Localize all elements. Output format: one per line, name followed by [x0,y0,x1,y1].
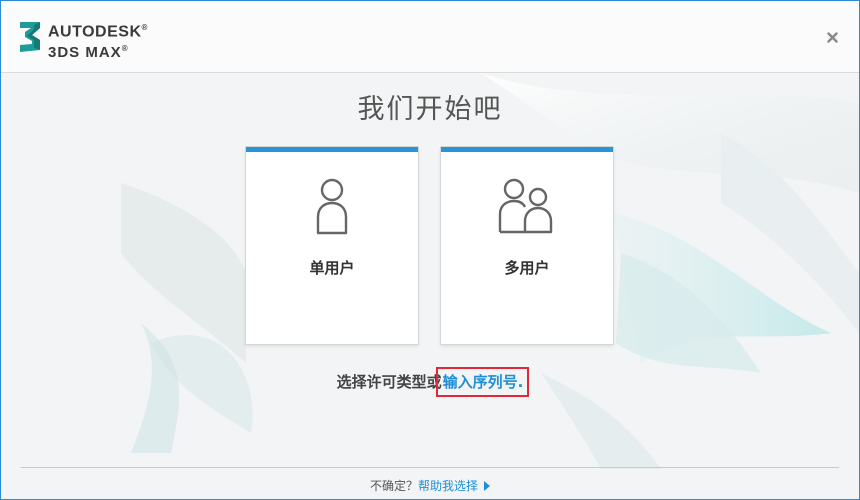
enter-serial-number-link[interactable]: 输入序列号. [435,367,530,397]
logo-line2: 3DS MAX [48,44,122,62]
serial-link-text: 输入序列号 [442,373,518,391]
license-dialog: AUTODESK® 3DS MAX® 我们开始吧 单用户 多用户 选择许可类型或… [0,0,860,500]
close-icon [826,31,838,43]
single-user-card[interactable]: 单用户 [246,147,418,344]
single-user-label: 单用户 [309,259,355,277]
close-button[interactable] [821,26,843,48]
multi-user-icon [498,178,553,234]
not-sure-text: 不确定？ [369,479,418,493]
card-accent-bar [441,147,613,152]
serial-link-period: . [517,373,524,391]
logo-line1: AUTODESK [48,23,142,41]
help-link-text: 帮助我选择 [418,479,479,493]
help-me-choose-link[interactable]: 帮助我选择 [418,479,491,493]
page-title: 我们开始吧 [357,94,503,125]
license-prompt-row: 选择许可类型或输入序列号. [1,367,859,397]
single-user-icon [316,178,348,235]
multi-user-label: 多用户 [504,259,550,277]
multi-user-card[interactable]: 多用户 [441,147,613,344]
triangle-right-icon [484,481,491,491]
3ds-max-3-icon [20,22,40,52]
logo-registered-mark-2: ® [121,44,129,54]
background-artwork [121,73,859,469]
dialog-header: AUTODESK® 3DS MAX® [1,1,859,73]
license-prompt-text: 选择许可类型或 [336,373,442,391]
logo-registered-mark: ® [141,23,148,32]
autodesk-3dsmax-logo: AUTODESK® 3DS MAX® [48,19,148,61]
footer-divider [21,467,839,468]
card-accent-bar [246,147,418,152]
footer: 不确定？帮助我选择 [1,477,859,494]
